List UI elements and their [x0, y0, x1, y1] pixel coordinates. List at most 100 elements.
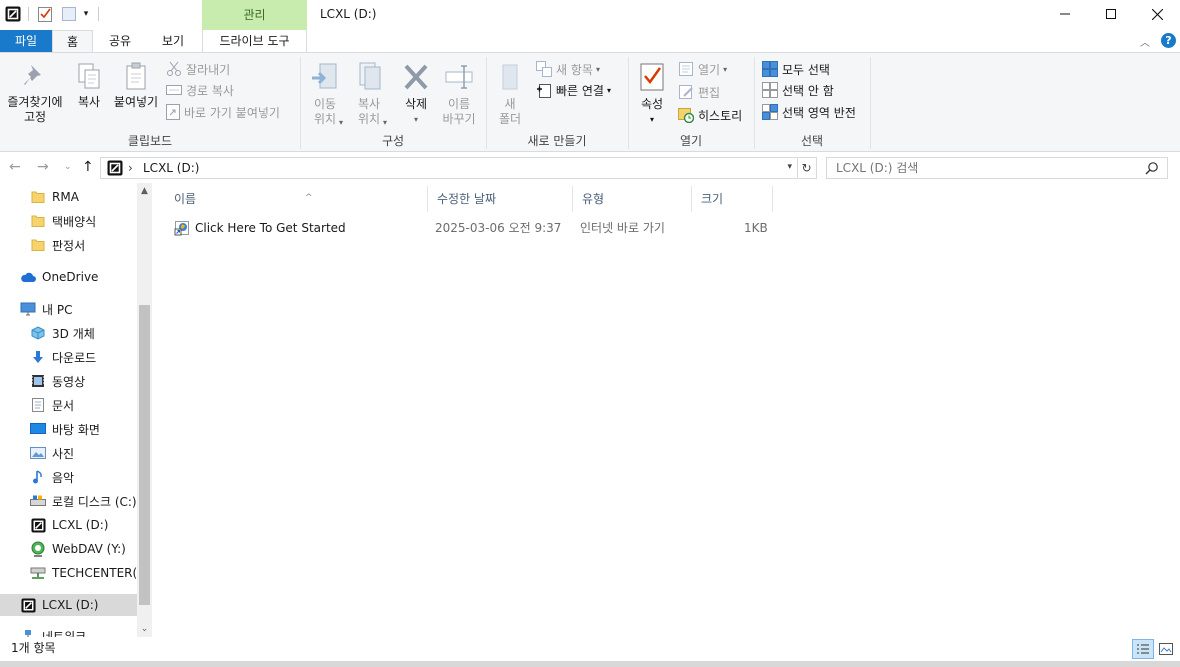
easy-access-dropdown-icon: ▾	[606, 85, 611, 95]
ribbon-tabs: 파일 홈 공유 보기 드라이브 도구 ︿ ?	[0, 30, 1180, 53]
tab-home[interactable]: 홈	[52, 30, 93, 53]
column-header-modified[interactable]: 수정한 날짜	[428, 186, 573, 212]
tab-view[interactable]: 보기	[148, 30, 198, 52]
internet-shortcut-icon	[174, 220, 190, 239]
paste-shortcut-label: 바로 가기 붙여넣기	[184, 105, 280, 120]
select-none-button[interactable]: 선택 안 함	[762, 80, 834, 100]
nav-item[interactable]: 내 PC	[0, 298, 137, 320]
drive-icon	[30, 517, 46, 533]
tab-file[interactable]: 파일	[0, 30, 52, 52]
new-folder-quick-icon[interactable]	[61, 5, 77, 23]
nav-item[interactable]: 문서	[0, 394, 137, 416]
breadcrumb-current[interactable]: LCXL (D:)	[143, 158, 199, 178]
back-arrow-icon[interactable]: ←	[9, 159, 21, 175]
copy-to-icon	[359, 62, 381, 90]
forward-arrow-icon[interactable]: →	[37, 159, 49, 175]
nav-item[interactable]: 네트워크	[0, 625, 137, 637]
download-icon	[30, 349, 46, 365]
column-header-type-label: 유형	[582, 192, 605, 206]
tab-share[interactable]: 공유	[96, 30, 144, 52]
column-header-size[interactable]: 크기	[692, 186, 773, 212]
scroll-down-icon[interactable]: ⌄	[137, 621, 152, 637]
collapse-ribbon-chevron-icon[interactable]: ︿	[1140, 34, 1150, 49]
nav-item[interactable]: TECHCENTER(₩	[0, 562, 137, 584]
new-folder-button[interactable]: 새 폴더	[492, 61, 528, 127]
paste-icon	[126, 62, 146, 90]
details-view-button[interactable]	[1132, 639, 1154, 659]
up-arrow-icon[interactable]: ↑	[82, 159, 94, 175]
recent-locations-chevron-icon[interactable]: ⌄	[64, 162, 72, 172]
select-all-label: 모두 선택	[782, 62, 830, 77]
delete-button[interactable]: 삭제 ▾	[396, 61, 436, 127]
column-header-name[interactable]: 이름 ^	[165, 186, 428, 212]
close-button[interactable]	[1134, 0, 1180, 28]
new-item-button[interactable]: 새 항목 ▾	[536, 59, 600, 79]
nav-item[interactable]: 사진	[0, 442, 137, 464]
maximize-button[interactable]	[1088, 0, 1134, 28]
copy-to-button[interactable]: 복사 위치 ▾	[348, 61, 390, 127]
new-folder-icon	[502, 64, 518, 90]
nav-item-label: 사진	[52, 446, 75, 461]
nav-item-label: 로컬 디스크 (C:)	[52, 494, 137, 509]
copy-to-dropdown-icon: ▾	[383, 118, 388, 127]
address-bar[interactable]: › LCXL (D:) ▾	[100, 157, 798, 179]
copy-path-icon	[166, 83, 182, 97]
column-header-type[interactable]: 유형	[573, 186, 692, 212]
nav-item[interactable]: 음악	[0, 466, 137, 488]
pin-quick-access-button[interactable]: 즐겨찾기에 고정	[4, 61, 66, 125]
select-all-button[interactable]: 모두 선택	[762, 59, 830, 79]
copy-path-button[interactable]: 경로 복사	[166, 80, 234, 100]
new-item-label: 새 항목	[556, 62, 593, 77]
nav-item[interactable]: WebDAV (Y:)	[0, 538, 137, 560]
paste-button[interactable]: 붙여넣기	[110, 61, 162, 110]
address-history-chevron-icon[interactable]: ▾	[787, 162, 792, 172]
move-to-button[interactable]: 이동 위치 ▾	[304, 61, 346, 127]
file-size: 1KB	[744, 221, 768, 235]
drive-app-icon[interactable]	[5, 5, 21, 23]
column-header-size-label: 크기	[701, 192, 724, 206]
nav-item[interactable]: 로컬 디스크 (C:)	[0, 490, 137, 512]
table-row[interactable]: Click Here To Get Started 2025-03-06 오전 …	[169, 217, 773, 239]
nav-item[interactable]: 3D 개체	[0, 322, 137, 344]
search-input[interactable]	[827, 158, 1127, 178]
history-button[interactable]: 히스토리	[678, 105, 742, 125]
tab-manage-context[interactable]: 관리	[202, 0, 307, 30]
open-button[interactable]: 열기 ▾	[678, 59, 727, 79]
nav-item[interactable]: 다운로드	[0, 346, 137, 368]
cut-button[interactable]: 잘라내기	[166, 59, 230, 79]
easy-access-button[interactable]: 빠른 연결 ▾	[536, 80, 611, 100]
scissors-icon	[166, 61, 182, 77]
properties-quick-icon[interactable]	[37, 5, 53, 23]
nav-item[interactable]: RMA	[0, 186, 137, 208]
scroll-up-icon[interactable]: ▲	[137, 183, 152, 199]
nav-item[interactable]: OneDrive	[0, 266, 137, 288]
tab-drive-tools[interactable]: 드라이브 도구	[202, 30, 307, 52]
group-label-clipboard: 클립보드	[127, 134, 173, 148]
properties-button[interactable]: 속성 ▾	[634, 61, 670, 127]
rename-button[interactable]: 이름 바꾸기	[440, 61, 478, 127]
copy-button[interactable]: 복사	[72, 61, 106, 110]
nav-item[interactable]: LCXL (D:)	[0, 514, 137, 536]
nav-item[interactable]: 판정서	[0, 234, 137, 256]
nav-item[interactable]: 바탕 화면	[0, 418, 137, 440]
paste-shortcut-button[interactable]: 바로 가기 붙여넣기	[166, 102, 280, 122]
breadcrumb-separator[interactable]: ›	[128, 158, 133, 178]
search-icon[interactable]	[1145, 161, 1159, 178]
nav-item[interactable]: 택배양식	[0, 210, 137, 232]
nav-item[interactable]: 동영상	[0, 370, 137, 392]
minimize-button[interactable]	[1042, 0, 1088, 28]
customize-qa-chevron-icon[interactable]: ▾	[80, 5, 92, 23]
help-icon[interactable]: ?	[1161, 33, 1176, 48]
edit-button[interactable]: 편집	[678, 82, 720, 102]
edit-icon	[678, 84, 694, 100]
nav-item-label: RMA	[52, 190, 79, 204]
large-icons-view-button[interactable]	[1155, 639, 1177, 659]
refresh-button[interactable]: ↻	[797, 157, 817, 179]
nav-item[interactable]: LCXL (D:)	[0, 594, 137, 616]
nav-item-label: WebDAV (Y:)	[52, 542, 126, 556]
group-label-new: 새로 만들기	[527, 134, 587, 148]
invert-selection-button[interactable]: 선택 영역 반전	[762, 102, 856, 122]
search-box[interactable]	[826, 157, 1168, 179]
nav-pane-scrollbar[interactable]: ▲ ⌄	[137, 183, 152, 637]
nav-pane-scroll-thumb[interactable]	[139, 305, 150, 605]
